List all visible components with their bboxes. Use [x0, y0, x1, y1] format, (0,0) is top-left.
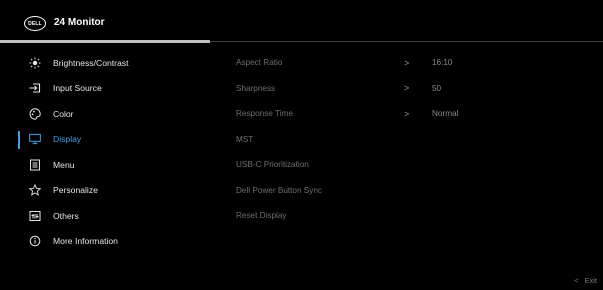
submenu-item-sharpness[interactable]: Sharpness > 50 — [236, 76, 596, 102]
submenu-label: Reset Display — [236, 211, 287, 221]
menu-item-label: Brightness/Contrast — [53, 57, 129, 68]
chevron-left-icon: < — [574, 276, 579, 285]
header-divider-highlight — [0, 40, 210, 43]
chevron-right-icon: > — [404, 83, 410, 94]
menu-item-input-source[interactable]: Input Source — [0, 76, 210, 102]
submenu-item-usb-c-prioritization[interactable]: USB-C Prioritization — [236, 152, 596, 178]
input-source-icon — [29, 82, 41, 94]
menu-item-color[interactable]: Color — [0, 101, 210, 127]
osd-title: 24 Monitor — [54, 17, 105, 28]
submenu-value: Normal — [432, 109, 459, 119]
menu-item-label: More Information — [53, 236, 118, 247]
submenu-item-aspect-ratio[interactable]: Aspect Ratio > 16:10 — [236, 50, 596, 76]
submenu-value: 50 — [432, 83, 442, 93]
osd-header: DELL 24 Monitor — [0, 0, 603, 42]
star-icon — [29, 184, 41, 197]
menu-item-label: Others — [53, 210, 79, 221]
exit-button[interactable]: < Exit — [574, 276, 597, 285]
submenu-item-response-time[interactable]: Response Time > Normal — [236, 101, 596, 127]
dell-logo: DELL — [24, 16, 46, 31]
info-icon — [29, 235, 41, 247]
submenu-label: Aspect Ratio — [236, 58, 283, 68]
submenu-label: USB-C Prioritization — [236, 160, 309, 170]
others-icon — [29, 210, 41, 222]
menu-item-more-information[interactable]: More Information — [0, 229, 210, 255]
menu-item-others[interactable]: Others — [0, 203, 210, 229]
display-submenu: Aspect Ratio > 16:10 Sharpness > 50 Resp… — [236, 50, 596, 229]
menu-item-brightness-contrast[interactable]: Brightness/Contrast — [0, 50, 210, 76]
exit-label: Exit — [584, 276, 597, 285]
menu-item-menu[interactable]: Menu — [0, 152, 210, 178]
chevron-right-icon: > — [404, 57, 410, 68]
menu-item-label: Input Source — [53, 83, 102, 94]
menu-item-display[interactable]: Display — [0, 127, 210, 153]
submenu-label: Dell Power Button Sync — [236, 185, 323, 195]
main-menu: Brightness/Contrast Input Source Color D… — [0, 50, 210, 254]
brightness-icon — [29, 57, 41, 69]
menu-item-personalize[interactable]: Personalize — [0, 178, 210, 204]
menu-item-label: Menu — [53, 159, 75, 170]
menu-icon — [29, 159, 41, 171]
submenu-label: Sharpness — [236, 83, 276, 93]
submenu-item-reset-display[interactable]: Reset Display — [236, 203, 596, 229]
menu-item-label: Personalize — [53, 185, 98, 196]
submenu-value: 16:10 — [432, 58, 453, 68]
submenu-label: Response Time — [236, 109, 293, 119]
chevron-right-icon: > — [404, 108, 410, 119]
display-icon — [29, 133, 41, 145]
submenu-item-dell-power-button-sync[interactable]: Dell Power Button Sync — [236, 178, 596, 204]
submenu-label: MST — [236, 134, 254, 144]
menu-item-label: Color — [53, 108, 74, 119]
monitor-osd: DELL 24 Monitor Brightness/Contrast Inpu… — [0, 0, 603, 290]
palette-icon — [29, 108, 41, 120]
menu-item-label: Display — [53, 134, 82, 145]
submenu-item-mst[interactable]: MST — [236, 127, 596, 153]
